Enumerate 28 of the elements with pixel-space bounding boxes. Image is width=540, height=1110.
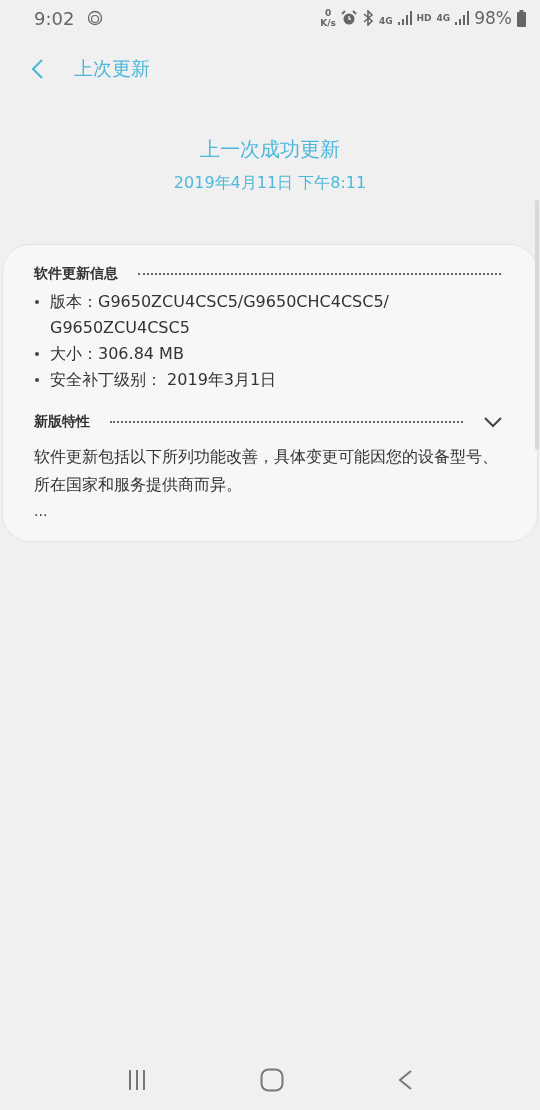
- network-type: 4G: [378, 15, 393, 26]
- speed-value: 0: [324, 8, 332, 18]
- back-icon: [30, 58, 44, 80]
- signal-icon: [397, 10, 412, 26]
- signal-icon: [455, 10, 470, 26]
- recent-apps-icon[interactable]: [126, 1069, 147, 1091]
- section-title: 软件更新信息: [34, 265, 118, 283]
- info-item: 大小：306.84 MB: [50, 343, 184, 365]
- update-date: 2019年4月11日 下午8:11: [173, 173, 367, 194]
- home-icon[interactable]: [260, 1068, 284, 1092]
- back-nav-icon[interactable]: [397, 1069, 414, 1091]
- hd-label: HD: [416, 13, 432, 23]
- info-item: 版本：G9650ZCU4CSC5/G9650CHC4CSC5/ G9650ZCU4CSC5: [50, 291, 390, 339]
- info-item: 安全补丁级别： 2019年3月1日: [50, 369, 277, 391]
- notification-icon: [87, 9, 104, 27]
- expand-icon[interactable]: [483, 415, 503, 429]
- summary-title: 上一次成功更新: [200, 136, 340, 163]
- alarm-icon: [340, 10, 357, 26]
- feature-description: 软件更新包括以下所列功能改善，具体变更可能因您的设备型号、所在国家和服务提供商而异。: [34, 446, 499, 496]
- section-title: 新版特性: [34, 413, 90, 431]
- more-ellipsis: ...: [34, 502, 49, 521]
- bluetooth-icon: [361, 10, 374, 26]
- network-type: 4G: [436, 13, 451, 23]
- speed-unit: K/s: [320, 18, 336, 28]
- battery-percent: 98%: [474, 8, 512, 28]
- page-title: 上次更新: [74, 56, 150, 81]
- battery-icon: [517, 9, 526, 27]
- status-time: 9:02: [34, 7, 75, 29]
